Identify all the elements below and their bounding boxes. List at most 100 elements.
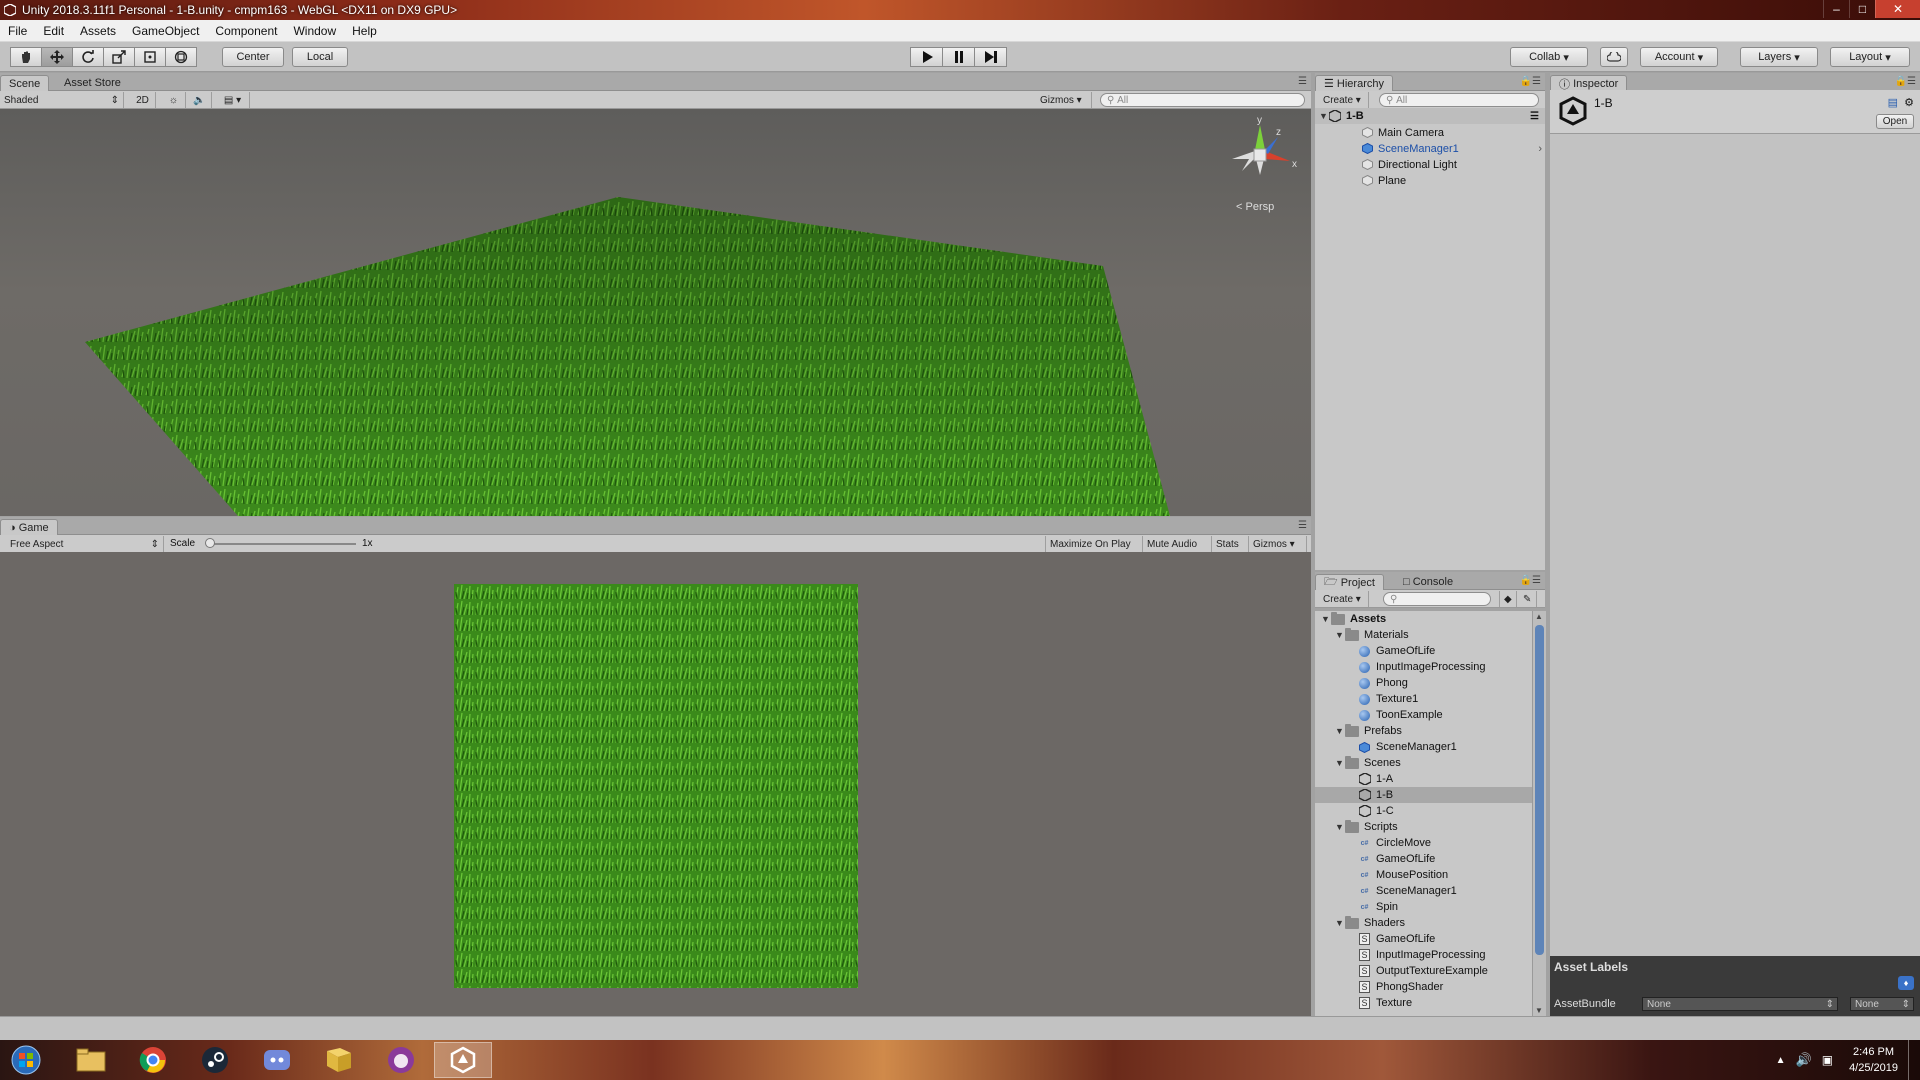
pause-button[interactable] (942, 47, 975, 67)
cloud-icon[interactable] (1600, 47, 1628, 67)
steam-icon[interactable] (186, 1042, 244, 1078)
asset-script[interactable]: c# MousePosition (1315, 867, 1532, 883)
asset-scene[interactable]: 1-A (1315, 771, 1532, 787)
asset-script[interactable]: c# CircleMove (1315, 835, 1532, 851)
layers-button[interactable]: Layers ▾ (1740, 47, 1818, 67)
expand-arrow-icon[interactable]: ▼ (1335, 918, 1345, 928)
mode-2d-button[interactable]: 2D (130, 92, 156, 108)
asset-material[interactable]: ToonExample (1315, 707, 1532, 723)
taskbar-clock[interactable]: 2:46 PM 4/25/2019 (1839, 1044, 1908, 1076)
shading-dropdown[interactable]: Shaded ⇕ (0, 92, 124, 108)
lock-icon[interactable]: 🔒☰ (1895, 76, 1916, 87)
move-tool-icon[interactable] (41, 47, 73, 67)
hierarchy-search-input[interactable]: ⚲ All (1379, 93, 1539, 107)
asset-material[interactable]: InputImageProcessing (1315, 659, 1532, 675)
menu-file[interactable]: File (0, 24, 35, 38)
asset-script[interactable]: c# Spin (1315, 899, 1532, 915)
chevron-right-icon[interactable]: › (1538, 143, 1542, 155)
notes-icon[interactable] (310, 1042, 368, 1078)
folder-materials[interactable]: ▼ Materials (1315, 627, 1532, 643)
layout-button[interactable]: Layout ▾ (1830, 47, 1910, 67)
audio-icon[interactable]: 🔈 (188, 92, 212, 108)
expand-arrow-icon[interactable]: ▼ (1335, 630, 1345, 640)
rotate-tool-icon[interactable] (72, 47, 104, 67)
perspective-label[interactable]: < Persp (1236, 201, 1274, 213)
game-gizmos-dropdown[interactable]: Gizmos ▾ (1249, 536, 1307, 552)
open-button[interactable]: Open (1876, 114, 1914, 129)
project-create-button[interactable]: Create ▾ (1319, 591, 1369, 607)
scene-menu-icon[interactable]: ☰ (1530, 111, 1539, 122)
step-button[interactable] (974, 47, 1007, 67)
scroll-up-icon[interactable]: ▲ (1535, 612, 1543, 621)
unity-taskbar-icon[interactable] (434, 1042, 492, 1078)
asset-material[interactable]: GameOfLife (1315, 643, 1532, 659)
asset-shader[interactable]: S InputImageProcessing (1315, 947, 1532, 963)
scroll-down-icon[interactable]: ▼ (1535, 1006, 1543, 1015)
game-viewport[interactable] (0, 552, 1311, 1016)
project-scrollbar[interactable]: ▲ ▼ (1532, 611, 1546, 1016)
show-desktop-button[interactable] (1908, 1040, 1920, 1080)
tab-game[interactable]: ◑ Game (0, 519, 58, 535)
asset-variant-dropdown[interactable]: None ⇕ (1850, 997, 1914, 1011)
rect-tool-icon[interactable] (134, 47, 166, 67)
filter-type-icon[interactable]: ◆ (1499, 591, 1517, 607)
label-tag-icon[interactable]: ♦ (1898, 976, 1914, 990)
help-icon[interactable]: ▤ (1888, 96, 1898, 109)
asset-material[interactable]: Texture1 (1315, 691, 1532, 707)
expand-arrow-icon[interactable]: ▼ (1335, 726, 1345, 736)
maximize-on-play-toggle[interactable]: Maximize On Play (1045, 536, 1143, 552)
expand-arrow-icon[interactable]: ▼ (1335, 758, 1345, 768)
collab-button[interactable]: Collab ▾ (1510, 47, 1588, 67)
start-button[interactable] (0, 1042, 52, 1078)
scale-tool-icon[interactable] (103, 47, 135, 67)
close-button[interactable]: ✕ (1875, 0, 1920, 18)
filter-label-icon[interactable]: ✎ (1519, 591, 1537, 607)
asset-scene-selected[interactable]: 1-B (1315, 787, 1532, 803)
expand-arrow-icon[interactable]: ▼ (1335, 822, 1345, 832)
scrollbar-thumb[interactable] (1535, 625, 1544, 955)
pivot-center-button[interactable]: Center (222, 47, 284, 67)
maximize-button[interactable]: □ (1849, 0, 1875, 18)
asset-scene[interactable]: 1-C (1315, 803, 1532, 819)
tab-console[interactable]: □ Console (1395, 574, 1461, 590)
hierarchy-create-button[interactable]: Create ▾ (1319, 92, 1369, 108)
asset-script[interactable]: c# GameOfLife (1315, 851, 1532, 867)
asset-bundle-dropdown[interactable]: None ⇕ (1642, 997, 1838, 1011)
asset-prefab[interactable]: SceneManager1 (1315, 739, 1532, 755)
expand-arrow-icon[interactable]: ▼ (1319, 111, 1329, 121)
expand-arrow-icon[interactable]: ▼ (1321, 614, 1331, 624)
menu-help[interactable]: Help (344, 24, 385, 38)
project-search-input[interactable]: ⚲ (1383, 592, 1491, 606)
tab-asset-store[interactable]: Asset Store (56, 75, 129, 91)
account-button[interactable]: Account ▾ (1640, 47, 1718, 67)
asset-shader[interactable]: S PhongShader (1315, 979, 1532, 995)
asset-script[interactable]: c# SceneManager1 (1315, 883, 1532, 899)
effects-icon[interactable]: ▤ ▾ (216, 92, 250, 108)
lock-icon[interactable]: 🔒☰ (1520, 76, 1541, 87)
hierarchy-item-main-camera[interactable]: Main Camera (1362, 125, 1444, 140)
lock-icon[interactable]: 🔒☰ (1520, 575, 1541, 586)
panel-menu-icon[interactable]: ☰ (1298, 76, 1307, 87)
transform-tool-icon[interactable] (165, 47, 197, 67)
settings-gear-icon[interactable]: ⚙ (1904, 96, 1914, 109)
play-button[interactable] (910, 47, 943, 67)
panel-menu-icon[interactable]: ☰ (1298, 520, 1307, 531)
lighting-icon[interactable]: ☼ (162, 92, 186, 108)
pivot-local-button[interactable]: Local (292, 47, 348, 67)
folder-scripts[interactable]: ▼ Scripts (1315, 819, 1532, 835)
discord-icon[interactable] (248, 1042, 306, 1078)
minimize-button[interactable]: – (1823, 0, 1849, 18)
menu-edit[interactable]: Edit (35, 24, 72, 38)
tab-inspector[interactable]: ⓘ Inspector (1550, 75, 1628, 91)
asset-material[interactable]: Phong (1315, 675, 1532, 691)
tab-hierarchy[interactable]: ☰ Hierarchy (1315, 75, 1393, 91)
menu-component[interactable]: Component (207, 24, 285, 38)
network-icon[interactable]: ▣ (1822, 1053, 1833, 1067)
menu-assets[interactable]: Assets (72, 24, 124, 38)
folder-scenes[interactable]: ▼ Scenes (1315, 755, 1532, 771)
scene-viewport[interactable]: y x z < Persp (0, 109, 1311, 516)
scene-search-input[interactable]: ⚲ All (1100, 93, 1305, 107)
folder-shaders[interactable]: ▼ Shaders (1315, 915, 1532, 931)
chrome-icon[interactable] (124, 1042, 182, 1078)
menu-gameobject[interactable]: GameObject (124, 24, 207, 38)
